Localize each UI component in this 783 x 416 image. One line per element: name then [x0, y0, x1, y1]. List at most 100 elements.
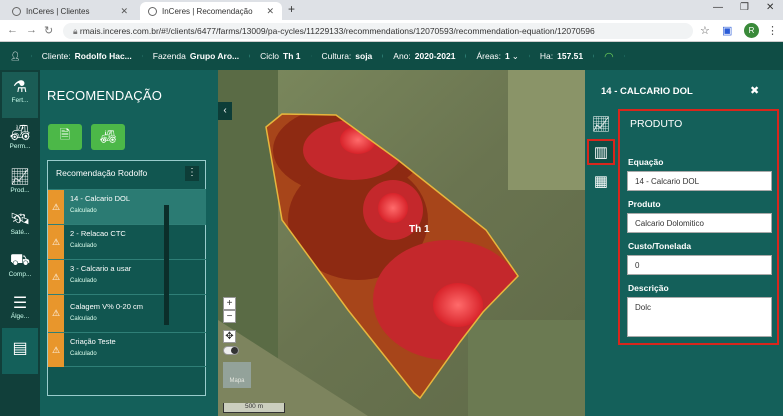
favicon-icon [12, 6, 21, 16]
back-icon[interactable]: ← [7, 24, 18, 36]
chart-tab[interactable]: 📈︎ [587, 111, 615, 137]
equacao-field[interactable]: 14 - Calcario DOL [627, 171, 772, 191]
produto-label: Produto [628, 199, 661, 209]
close-icon[interactable]: ✖ [750, 84, 759, 97]
pan-icon[interactable]: ✥ [223, 330, 236, 343]
chevron-down-icon: ⌄ [511, 50, 519, 61]
client-selector[interactable]: Cliente: Rodolfo Hac... [32, 42, 143, 70]
item-name: Criação Teste [70, 337, 116, 346]
url-text: rmais.inceres.com.br/#!/clients/6477/far… [79, 26, 595, 36]
layer-toggle[interactable] [223, 346, 239, 355]
rail-label: Saté... [10, 229, 30, 236]
tab-clientes[interactable]: InCeres | Clientes ✕ [4, 2, 136, 20]
list-item[interactable]: ⚠ Criação Teste Calculado [48, 332, 206, 367]
item-status: Calculado [70, 278, 97, 284]
hectares-label: Ha: [539, 51, 554, 61]
reload-icon[interactable]: ↻ [44, 24, 53, 37]
warning-icon: ⚠ [48, 225, 64, 259]
client-label: Cliente: [41, 51, 71, 61]
flask-icon: ⚗ [12, 79, 28, 96]
farm-label: Fazenda [152, 51, 186, 61]
product-tab[interactable]: ▥ [587, 139, 615, 165]
rail-item-calc[interactable]: ▤ [2, 328, 38, 374]
list-header: Recomendação Rodolfo ⋮ [48, 161, 205, 185]
rail-item-sate[interactable]: 🛰︎ Saté... [2, 204, 38, 250]
favicon-icon [148, 6, 157, 16]
menu-icon[interactable]: ⋮ [767, 24, 778, 37]
section-title: PRODUTO [630, 118, 683, 130]
calculator-tab[interactable]: ▦ [587, 168, 615, 194]
rail-item-perm[interactable]: 🚜︎ Perm... [2, 118, 38, 164]
satellite-icon: 🛰︎ [9, 211, 31, 228]
translate-icon[interactable]: ▣ [722, 24, 732, 37]
lock-icon: 🔒︎ [73, 26, 80, 36]
tractor-icon: 🚜︎ [99, 129, 117, 144]
item-name: 14 - Calcario DOL [70, 194, 131, 203]
tab-title: InCeres | Clientes [26, 6, 90, 16]
warning-icon: ⚠ [48, 260, 64, 294]
tab-recomendacao[interactable]: InCeres | Recomendação ✕ [140, 2, 282, 20]
warning-icon: ⚠ [48, 190, 64, 224]
star-icon[interactable]: ☆ [700, 24, 710, 37]
url-input[interactable]: 🔒︎ rmais.inceres.com.br/#!/clients/6477/… [63, 23, 693, 39]
forward-icon[interactable]: → [26, 24, 37, 36]
culture-selector[interactable]: Cultura: soja [312, 42, 384, 70]
list-item[interactable]: ⚠ Calagem V% 0-20 cm Calculado [48, 294, 206, 332]
close-icon[interactable]: ✕ [120, 6, 128, 17]
window-close-icon[interactable]: ✕ [766, 2, 774, 13]
warning-icon: ⚠ [48, 333, 64, 367]
cycle-value: Th 1 [283, 51, 301, 61]
field-label: Th 1 [409, 224, 430, 235]
user-icon[interactable]: 👤︎ [0, 42, 32, 70]
avatar[interactable]: R [744, 23, 759, 38]
chevron-left-icon: ‹ [223, 105, 227, 116]
new-tab-button[interactable]: + [288, 2, 295, 16]
item-name: 2 - Relacao CTC [70, 229, 126, 238]
hectares-display: Ha: 157.51 [530, 42, 594, 70]
farm-selector[interactable]: Fazenda Grupo Aro... [143, 42, 250, 70]
more-options-button[interactable]: ⋮ [185, 166, 199, 181]
rail-item-prod[interactable]: 📈︎ Prod... [2, 162, 38, 208]
report-button[interactable]: 🗎 [48, 124, 82, 150]
maximize-icon[interactable]: ❐ [740, 2, 749, 13]
rail-item-fert[interactable]: ⚗ Fert... [2, 72, 38, 118]
list-item[interactable]: ⚠ 14 - Calcario DOL Calculado [48, 189, 206, 224]
item-name: 3 - Calcario a usar [70, 264, 132, 273]
panel-title: RECOMENDAÇÃO [47, 88, 163, 103]
client-value: Rodolfo Hac... [74, 51, 132, 61]
zoom-in-button[interactable]: + [223, 297, 236, 310]
zoom-out-button[interactable]: − [223, 310, 236, 323]
map-scale: 500 m [223, 403, 285, 413]
produto-field[interactable]: Calcario Dolomitico [627, 213, 772, 233]
item-status: Calculado [70, 351, 97, 357]
collapse-panel-button[interactable]: ‹ [218, 102, 232, 120]
rail-label: Comp... [8, 271, 32, 278]
farm-value: Grupo Aro... [189, 51, 240, 61]
tractor-icon: 🚜︎ [9, 125, 31, 142]
basemap-thumbnail[interactable]: Mapa [223, 362, 251, 388]
document-icon: 🗎 [59, 127, 71, 142]
list-item[interactable]: ⚠ 2 - Relacao CTC Calculado [48, 224, 206, 259]
list-item[interactable]: ⚠ 3 - Calcario a usar Calculado [48, 259, 206, 294]
tractor-button[interactable]: 🚜︎ [91, 124, 125, 150]
custo-field[interactable]: 0 [627, 255, 772, 275]
close-icon[interactable]: ✕ [266, 6, 274, 17]
wifi-icon: ◠ [594, 42, 625, 70]
areas-label: Áreas: [476, 51, 502, 61]
rail-label: Perm... [9, 143, 31, 150]
map-view[interactable]: Th 1 [218, 70, 585, 416]
year-selector[interactable]: Ano: 2020-2021 [383, 42, 466, 70]
list-scrollbar[interactable] [164, 205, 169, 325]
year-value: 2020-2021 [414, 51, 456, 61]
cycle-selector[interactable]: Ciclo Th 1 [250, 42, 311, 70]
warning-icon: ⚠ [48, 295, 64, 332]
minimize-icon[interactable]: — [713, 2, 723, 13]
areas-selector[interactable]: Áreas: 1 ⌄ [466, 42, 529, 70]
browser-tab-bar: InCeres | Clientes ✕ InCeres | Recomenda… [0, 0, 783, 20]
item-status: Calculado [70, 208, 97, 214]
chart-icon: 📈︎ [9, 169, 31, 186]
item-name: Calagem V% 0-20 cm [70, 302, 143, 311]
crop-plot [508, 70, 585, 190]
rail-item-comp[interactable]: ⛟ Comp... [2, 246, 38, 292]
descricao-textarea[interactable]: Dolc [627, 297, 772, 337]
